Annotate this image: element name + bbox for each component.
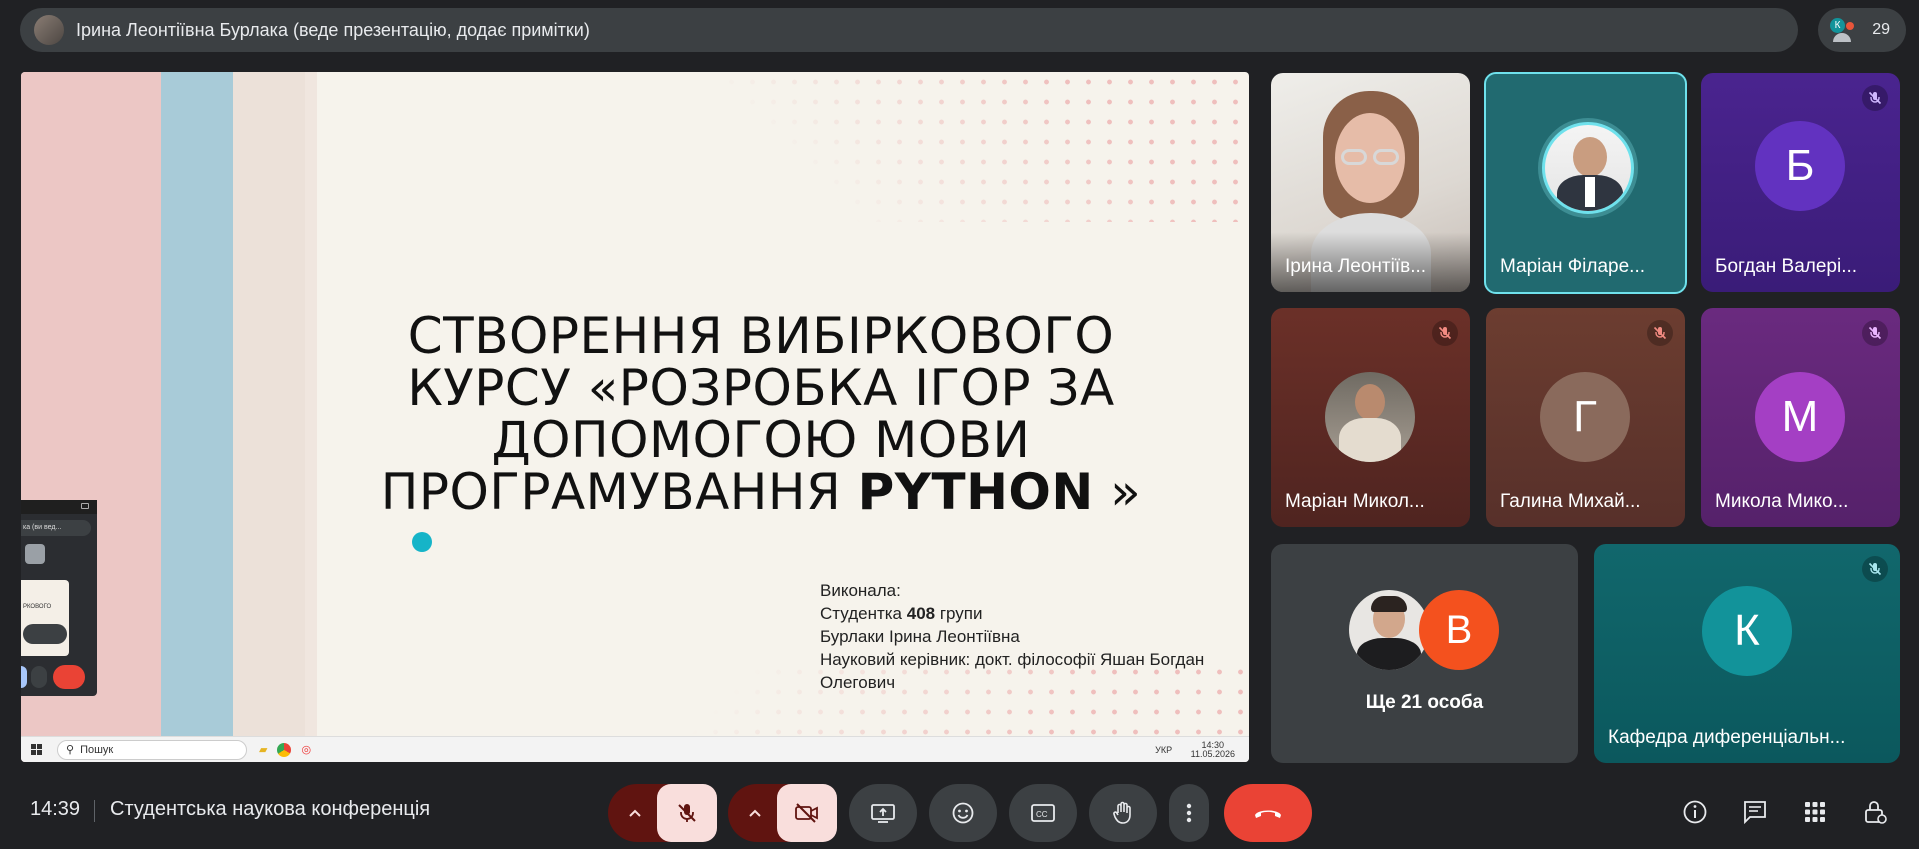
taskbar-search: ⚲ Пошук bbox=[57, 739, 247, 760]
presentation-screen: СТВОРЕННЯ ВИБІРКОВОГО КУРСУ «РОЗРОБКА ІГ… bbox=[21, 72, 1249, 762]
lock-person-icon bbox=[1865, 801, 1887, 824]
avatar: К bbox=[1702, 586, 1792, 676]
chat-button[interactable] bbox=[1739, 796, 1771, 828]
slide-author-info: Виконала: Студентка 408 групи Бурлаки Ір… bbox=[820, 581, 1205, 692]
svg-text:CC: CC bbox=[1036, 810, 1048, 819]
presenter-banner: Ірина Леонтіївна Бурлака (веде презентац… bbox=[20, 8, 1798, 52]
participant-name: Кафедра диференціальн... bbox=[1608, 727, 1846, 748]
camera-off-icon bbox=[795, 803, 818, 823]
more-vertical-icon bbox=[1186, 803, 1192, 823]
more-participants-tile[interactable]: В Ще 21 особа bbox=[1271, 544, 1578, 763]
microphone-muted-icon bbox=[1862, 320, 1888, 346]
participant-name: Галина Михай... bbox=[1500, 491, 1641, 512]
avatar: Г bbox=[1540, 372, 1630, 462]
avatar bbox=[1325, 372, 1415, 462]
microphone-muted-icon bbox=[1432, 320, 1458, 346]
slide-title: СТВОРЕННЯ ВИБІРКОВОГО КУРСУ «РОЗРОБКА ІГ… bbox=[380, 307, 1142, 521]
meeting-details-button[interactable] bbox=[1679, 796, 1711, 828]
info-icon bbox=[1683, 800, 1707, 824]
present-screen-button[interactable] bbox=[849, 784, 917, 842]
hand-icon bbox=[1113, 801, 1131, 824]
decorative-dots-top bbox=[721, 72, 1249, 222]
microphone-muted-icon bbox=[1862, 85, 1888, 111]
hang-up-icon bbox=[1255, 810, 1281, 818]
presenter-label: Ірина Леонтіївна Бурлака (веде презентац… bbox=[76, 19, 590, 40]
apps-grid-icon bbox=[1805, 802, 1825, 822]
activities-button[interactable] bbox=[1799, 796, 1831, 828]
avatar bbox=[1349, 590, 1429, 670]
chat-icon bbox=[1744, 801, 1766, 825]
participant-name: Ірина Леонтіїв... bbox=[1285, 256, 1427, 277]
participant-name: Богдан Валері... bbox=[1715, 256, 1858, 277]
participant-count: 29 bbox=[1872, 21, 1890, 38]
microphone-muted-icon bbox=[1862, 556, 1888, 582]
avatar: Б bbox=[1755, 121, 1845, 211]
captions-button[interactable]: CC bbox=[1009, 784, 1077, 842]
participants-button[interactable]: К 29 bbox=[1818, 8, 1906, 52]
host-controls-button[interactable] bbox=[1859, 796, 1891, 828]
captions-icon: CC bbox=[1031, 804, 1055, 822]
microphone-muted-icon bbox=[1647, 320, 1673, 346]
participant-tile[interactable]: К Кафедра диференціальн... bbox=[1594, 544, 1900, 763]
participant-tile[interactable]: М Микола Мико... bbox=[1701, 308, 1900, 527]
participant-name: Маріан Філаре... bbox=[1500, 256, 1646, 277]
system-tray: УКР 14:30 11.05.2026 bbox=[1155, 740, 1235, 759]
opera-icon: ◎ bbox=[301, 744, 312, 756]
participant-avatars-icon: К bbox=[1830, 18, 1860, 44]
laser-pointer-icon bbox=[412, 532, 432, 552]
avatar: В bbox=[1419, 590, 1499, 670]
avatar bbox=[1542, 122, 1634, 214]
chevron-up-icon bbox=[749, 809, 761, 817]
chrome-icon bbox=[277, 742, 292, 757]
raise-hand-button[interactable] bbox=[1089, 784, 1157, 842]
chevron-up-icon bbox=[629, 809, 641, 817]
microphone-toggle-button[interactable] bbox=[657, 784, 717, 842]
participant-tile[interactable]: Маріан Микол... bbox=[1271, 308, 1470, 527]
participant-tile[interactable]: Г Галина Михай... bbox=[1486, 308, 1685, 527]
participant-name: Микола Мико... bbox=[1715, 491, 1849, 512]
more-participants-label: Ще 21 особа bbox=[1365, 692, 1484, 713]
embedded-meet-window: ка (ви вед... РКОВОГО bbox=[21, 500, 97, 696]
participant-tile-active[interactable]: Маріан Філаре... bbox=[1484, 72, 1687, 294]
avatar: М bbox=[1755, 372, 1845, 462]
more-options-button[interactable] bbox=[1169, 784, 1209, 842]
meeting-clock: 14:39 bbox=[30, 798, 81, 820]
present-screen-icon bbox=[871, 804, 895, 823]
participant-tile-video[interactable]: Ірина Леонтіїв... bbox=[1271, 73, 1470, 292]
microphone-off-icon bbox=[678, 804, 696, 822]
participant-name: Маріан Микол... bbox=[1285, 491, 1425, 512]
camera-toggle-button[interactable] bbox=[777, 784, 837, 842]
emoji-icon bbox=[952, 802, 974, 824]
folder-icon: ▰ bbox=[259, 744, 268, 756]
meeting-title: Студентська наукова конференція bbox=[110, 798, 431, 820]
windows-start-icon bbox=[31, 743, 42, 755]
reactions-button[interactable] bbox=[929, 784, 997, 842]
divider bbox=[94, 800, 95, 822]
os-taskbar: ⚲ Пошук ▰ ◎ УКР 14:30 11.05.2026 bbox=[21, 736, 1249, 762]
leave-call-button[interactable] bbox=[1224, 784, 1312, 842]
presenter-avatar bbox=[34, 15, 64, 45]
search-icon: ⚲ bbox=[66, 744, 75, 756]
bottom-control-bar: 14:39 Студентська наукова конференція CC bbox=[0, 776, 1919, 849]
participant-tile[interactable]: Б Богдан Валері... bbox=[1701, 73, 1900, 292]
